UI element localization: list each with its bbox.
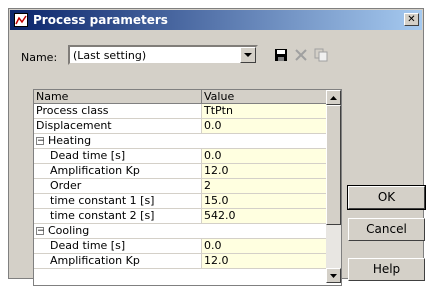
grid-row[interactable]: Displacement 0.0: [34, 119, 326, 134]
row-name: Process class: [34, 104, 202, 118]
grid-row[interactable]: time constant 1 [s] 15.0: [34, 194, 326, 209]
collapse-icon[interactable]: −: [36, 227, 45, 236]
row-name: Order: [34, 179, 202, 193]
help-button[interactable]: Help: [348, 258, 425, 281]
row-name: Amplification Kp: [34, 254, 202, 268]
row-name: Displacement: [34, 119, 202, 133]
title-bar: Process parameters ✕: [10, 10, 422, 30]
chevron-down-icon[interactable]: [240, 47, 256, 63]
process-parameters-dialog: Process parameters ✕ Name: (Last setting…: [8, 8, 426, 286]
row-value[interactable]: 0.0: [202, 239, 326, 253]
vertical-scrollbar[interactable]: [326, 90, 341, 283]
dialog-title: Process parameters: [33, 13, 168, 27]
scroll-thumb[interactable]: [326, 105, 341, 225]
row-name: time constant 1 [s]: [34, 194, 202, 208]
column-header-name[interactable]: Name: [34, 90, 202, 104]
grid-header: Name Value: [34, 90, 326, 104]
row-name: time constant 2 [s]: [34, 209, 202, 223]
column-header-value[interactable]: Value: [202, 90, 326, 104]
row-value[interactable]: 12.0: [202, 164, 326, 178]
group-name: Cooling: [48, 224, 90, 237]
scroll-down-button[interactable]: [326, 268, 341, 283]
grid-row[interactable]: Process class TtPtn: [34, 104, 326, 119]
row-value[interactable]: 0.0: [202, 149, 326, 163]
ok-button[interactable]: OK: [347, 185, 426, 210]
row-value[interactable]: 12.0: [202, 254, 326, 268]
cancel-button[interactable]: Cancel: [348, 218, 425, 241]
group-label: − Cooling: [34, 224, 326, 238]
save-icon[interactable]: [272, 47, 290, 63]
grid-row[interactable]: Amplification Kp 12.0: [34, 164, 326, 179]
grid-row[interactable]: Dead time [s] 0.0: [34, 239, 326, 254]
grid-row[interactable]: Dead time [s] 0.0: [34, 149, 326, 164]
group-name: Heating: [48, 134, 92, 147]
row-name: Dead time [s]: [34, 149, 202, 163]
grid-row[interactable]: Amplification Kp 12.0: [34, 254, 326, 269]
group-label: − Heating: [34, 134, 326, 148]
row-value[interactable]: 542.0: [202, 209, 326, 223]
scroll-up-button[interactable]: [326, 90, 341, 105]
row-value[interactable]: 15.0: [202, 194, 326, 208]
group-row-heating[interactable]: − Heating: [34, 134, 326, 149]
row-name: Dead time [s]: [34, 239, 202, 253]
chevron-up-icon: [330, 95, 337, 100]
collapse-icon[interactable]: −: [36, 137, 45, 146]
copy-icon[interactable]: [312, 47, 330, 63]
name-combobox-value: (Last setting): [73, 49, 147, 62]
parameter-grid: Name Value Process class TtPtn Displacem…: [33, 89, 342, 286]
close-button[interactable]: ✕: [404, 13, 419, 26]
grid-row[interactable]: time constant 2 [s] 542.0: [34, 209, 326, 224]
row-name: Amplification Kp: [34, 164, 202, 178]
chevron-down-icon: [330, 273, 337, 278]
row-value[interactable]: 2: [202, 179, 326, 193]
name-combobox[interactable]: (Last setting): [68, 45, 258, 65]
name-label: Name:: [21, 51, 58, 64]
app-icon: [14, 13, 28, 27]
group-row-cooling[interactable]: − Cooling: [34, 224, 326, 239]
grid-row[interactable]: Order 2: [34, 179, 326, 194]
row-value[interactable]: TtPtn: [202, 104, 326, 118]
delete-icon[interactable]: [292, 47, 310, 63]
row-value[interactable]: 0.0: [202, 119, 326, 133]
